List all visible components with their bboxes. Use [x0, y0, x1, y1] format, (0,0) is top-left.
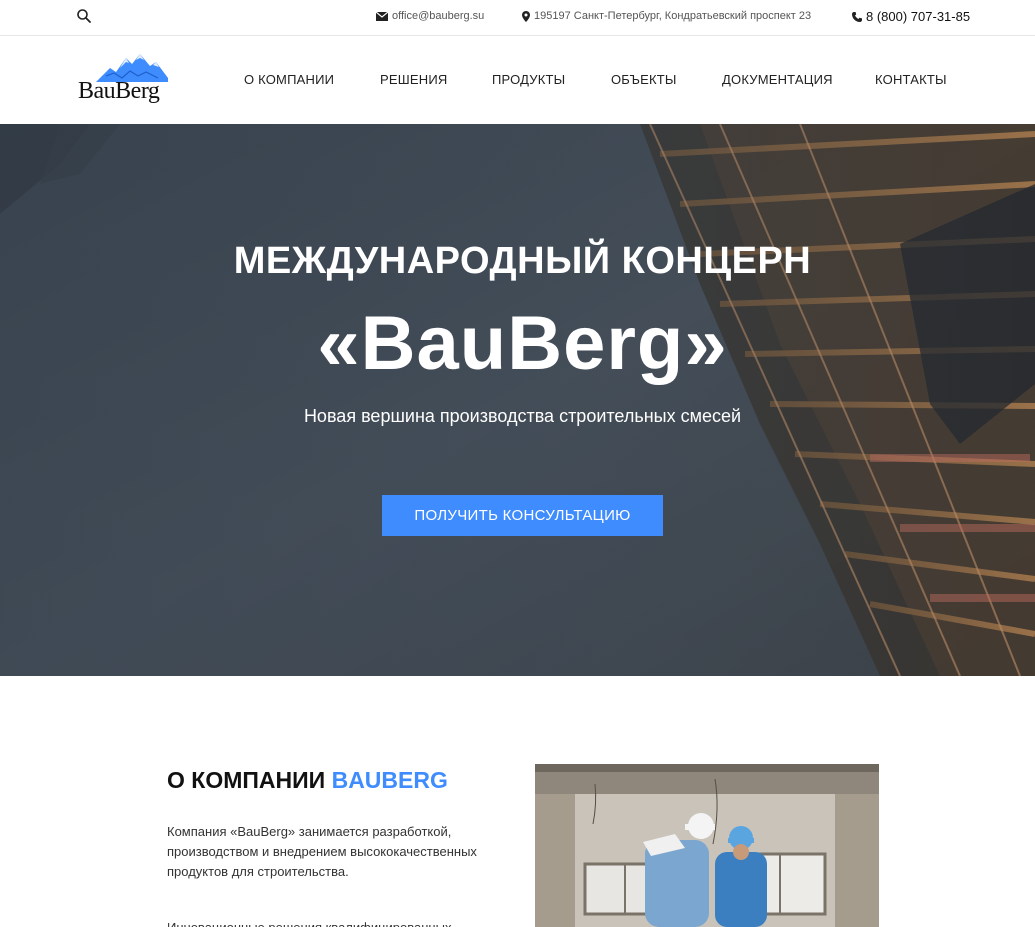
search-button[interactable] [76, 8, 94, 26]
email-text: office@bauberg.su [392, 10, 485, 22]
about-title-prefix: О КОМПАНИИ [167, 767, 326, 793]
hero-brand: «BauBerg» [317, 301, 728, 386]
about-photo [535, 764, 879, 927]
hero-overlay [0, 124, 1035, 676]
get-consultation-button[interactable]: ПОЛУЧИТЬ КОНСУЛЬТАЦИЮ [382, 495, 663, 536]
nav-item-products[interactable]: ПРОДУКТЫ [492, 72, 565, 87]
workers-photo-image [535, 764, 879, 927]
about-paragraph: Компания «BauBerg» занимается разработко… [167, 824, 477, 879]
hero-subtitle: Новая вершина производства строительных … [303, 406, 742, 426]
contact-address: 195197 Санкт-Петербург, Кондратьевский п… [522, 10, 811, 22]
address-text: 195197 Санкт-Петербург, Кондратьевский п… [534, 10, 812, 22]
nav-item-objects[interactable]: ОБЪЕКТЫ [611, 72, 677, 87]
phone-icon [852, 11, 862, 22]
about-title: О КОМПАНИИ BAUBERG [167, 767, 448, 794]
nav-item-documentation[interactable]: ДОКУМЕНТАЦИЯ [722, 72, 833, 87]
mail-icon [376, 11, 388, 21]
contact-phone[interactable]: 8 (800) 707-31-85 [852, 9, 970, 24]
phone-text: 8 (800) 707-31-85 [866, 9, 971, 24]
about-paragraph-2: Инновационные решения квалифицированных [167, 918, 497, 927]
hero-title: МЕЖДУНАРОДНЫЙ КОНЦЕРН [233, 240, 812, 282]
about-title-accent: BAUBERG [331, 767, 448, 793]
location-pin-icon [522, 10, 530, 22]
main-header: BauBerg О КОМПАНИИ РЕШЕНИЯ ПРОДУКТЫ ОБЪЕ… [0, 36, 1035, 124]
nav-item-solutions[interactable]: РЕШЕНИЯ [380, 72, 447, 87]
top-bar: office@bauberg.su 195197 Санкт-Петербург… [0, 0, 1035, 36]
nav-item-about[interactable]: О КОМПАНИИ [244, 72, 334, 87]
contact-email[interactable]: office@bauberg.su [376, 10, 484, 22]
nav-item-contacts[interactable]: КОНТАКТЫ [875, 72, 947, 87]
search-icon [77, 9, 91, 23]
main-nav: О КОМПАНИИ РЕШЕНИЯ ПРОДУКТЫ ОБЪЕКТЫ ДОКУ… [0, 72, 1035, 92]
hero-section: МЕЖДУНАРОДНЫЙ КОНЦЕРН «BauBerg» Новая ве… [0, 124, 1035, 676]
